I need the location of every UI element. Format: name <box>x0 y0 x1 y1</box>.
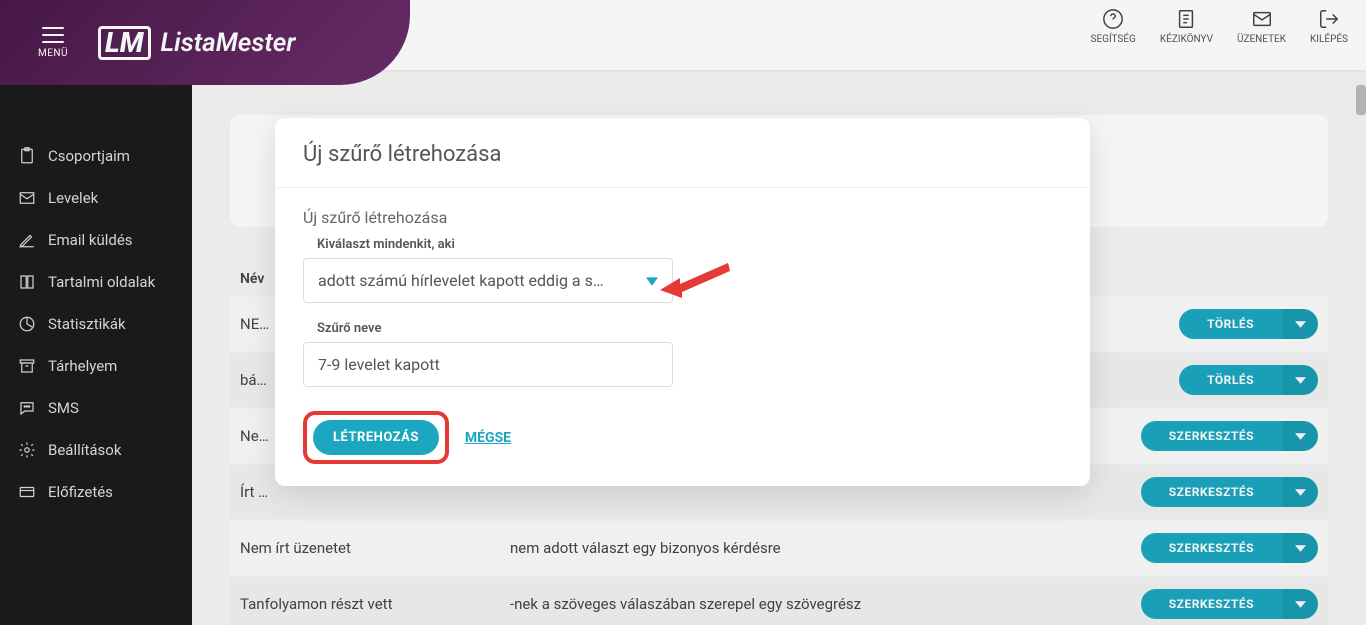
create-filter-modal: Új szűrő létrehozása Új szűrő létrehozás… <box>275 118 1090 486</box>
chevron-down-icon <box>646 275 658 287</box>
modal-body: Új szűrő létrehozása Kiválaszt mindenkit… <box>275 188 1090 411</box>
filter-type-select[interactable]: adott számú hírlevelet kapott eddig a s… <box>303 258 673 303</box>
cancel-button[interactable]: MÉGSE <box>465 430 511 446</box>
create-button[interactable]: LÉTREHOZÁS <box>313 420 439 455</box>
modal-header: Új szűrő létrehozása <box>275 118 1090 188</box>
select-value: adott számú hírlevelet kapott eddig a s… <box>318 271 604 290</box>
modal-subtitle: Új szűrő létrehozása <box>303 208 1062 227</box>
create-button-highlight: LÉTREHOZÁS <box>303 411 449 464</box>
modal-footer: LÉTREHOZÁS MÉGSE <box>275 411 1090 486</box>
name-label: Szűrő neve <box>317 321 1062 336</box>
filter-name-input[interactable] <box>303 342 673 387</box>
select-label: Kiválaszt mindenkit, aki <box>317 237 1062 252</box>
modal-title: Új szűrő létrehozása <box>303 142 1062 167</box>
